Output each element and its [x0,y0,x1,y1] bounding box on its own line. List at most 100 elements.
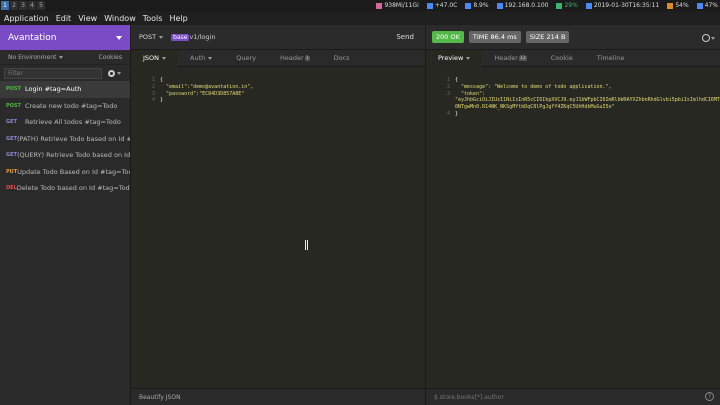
chevron-down-icon [59,55,64,59]
response-pane: 200 OK TIME 86.4 ms SIZE 214 B Preview He… [426,25,720,405]
workspace-1[interactable]: 1 [1,1,9,10]
code-line: "password":"EC84D3D857A8E" [160,90,245,97]
code-line: "email":"demo@avantation.in", [160,83,254,90]
volume-indicator: 47% [696,2,718,9]
code-line: "token": [455,90,486,97]
line-number: 2 [446,83,450,90]
request-item[interactable]: POST Create new todo #tag=Todo [0,98,130,115]
request-method: POST [6,102,21,109]
menu-tools[interactable]: Tools [143,14,163,23]
menu-edit[interactable]: Edit [56,14,72,23]
menu-bar: Application Edit View Window Tools Help [0,11,720,25]
request-name: Delete Todo based on Id #tag=Todo [16,184,130,193]
chevron-down-icon [162,56,167,60]
workspace-2[interactable]: 2 [10,1,18,10]
tab-label: Header [280,54,304,62]
request-tab-header[interactable]: Header 1 [268,50,322,67]
request-tab-json[interactable]: JSON [131,49,179,67]
response-tab-timeline[interactable]: Timeline [585,50,637,67]
line-number: 1 [151,77,155,83]
brightness-icon [667,2,674,9]
line-number: 4 [446,111,450,117]
size-badge: SIZE 214 B [525,31,570,43]
menu-view[interactable]: View [78,14,97,23]
temperature-icon [426,2,433,9]
memory-indicator: 938Mi/11Gi [376,2,419,9]
history-clock-icon[interactable] [702,34,710,42]
chevron-down-icon[interactable] [711,37,715,40]
request-item[interactable]: DEL Delete Todo based on Id #tag=Todo [0,180,130,197]
datetime-indicator: 2019-01-30T16:35:11 [585,2,659,9]
request-name: Login #tag=Auth [25,85,82,94]
response-tabs: Preview Header 12 Cookie Timeline [426,49,720,67]
time-badge: TIME 86.4 ms [468,31,521,43]
menu-application[interactable]: Application [4,14,49,23]
menu-window[interactable]: Window [104,14,136,23]
chevron-down-icon [466,56,471,60]
tab-count-badge: 12 [518,55,527,61]
chevron-down-icon [117,71,121,75]
temperature-indicator: +47.0C [426,2,457,9]
memory-icon [376,2,383,9]
brightness-indicator: 54% [667,2,689,9]
request-item[interactable]: GET (PATH) Retrieve Todo based on Id #... [0,131,130,148]
tab-label: Timeline [596,54,625,62]
request-method: GET [6,152,17,159]
help-icon[interactable]: ? [705,392,714,401]
url-input[interactable]: base v1/login [171,33,215,41]
request-name: Retrieve All todos #tag=Todo [25,118,121,127]
url-bar: POST base v1/login Send [131,25,425,50]
request-name: (PATH) Retrieve Todo based on Id #... [16,134,130,143]
request-tab-docs[interactable]: Docs [322,50,362,67]
tab-label: Preview [438,54,464,62]
request-method: POST [6,86,21,93]
chevron-down-icon [208,56,213,60]
line-number: 3 [151,90,155,97]
workspace-name: Avantation [8,32,57,43]
clock-icon [585,2,592,9]
url-variable-chip[interactable]: base [171,33,190,41]
sidebar: Avantation No Environment Cookies POST Lo… [0,25,131,405]
method-select[interactable]: POST [139,33,164,41]
status-badge: 200 OK [432,31,464,43]
filter-input[interactable] [4,67,102,79]
request-item[interactable]: GET (QUERY) Retrieve Todo based on Id... [0,147,130,164]
cookies-button[interactable]: Cookies [99,54,123,61]
response-tab-header[interactable]: Header 12 [482,50,538,67]
request-item[interactable]: PUT Update Todo Based on Id #tag=Todo [0,164,130,181]
filter-row [0,65,130,81]
response-filter-input[interactable]: $.store.books[*].author [426,388,720,405]
workspace-4[interactable]: 4 [28,1,36,10]
workspace-dropdown[interactable]: Avantation [0,25,130,50]
request-item[interactable]: POST Login #tag=Auth [0,81,130,98]
request-list: POST Login #tag=Auth POST Create new todo #… [0,81,130,197]
request-method: GET [6,119,17,126]
system-status-bar: 12345 938Mi/11Gi +47.0C 8.9% 192.168.0.1… [0,0,720,11]
add-request-menu[interactable] [108,69,121,77]
request-method: DEL [6,185,17,192]
code-line: } [160,97,164,104]
battery-icon [556,2,563,9]
chevron-down-icon [116,35,122,40]
beautify-json-button[interactable]: Beautify JSON [131,388,425,405]
request-name: Update Todo Based on Id #tag=Todo [17,167,130,176]
tab-label: JSON [143,54,160,62]
request-tab-auth[interactable]: Auth [178,50,224,67]
network-indicator: 192.168.0.100 [496,2,548,9]
cpu-indicator: 8.9% [465,2,489,9]
tab-label: Header [494,54,518,62]
battery-indicator: 29% [556,2,578,9]
request-tab-query[interactable]: Query [224,50,268,67]
request-item[interactable]: GET Retrieve All todos #tag=Todo [0,114,130,131]
request-method: PUT [6,168,18,175]
chevron-down-icon [159,35,164,39]
workspace-3[interactable]: 3 [19,1,27,10]
tab-label: Cookie [550,54,573,62]
menu-help[interactable]: Help [169,14,187,23]
response-tab-cookie[interactable]: Cookie [539,50,585,67]
line-number: 2 [151,83,155,90]
environment-select[interactable]: No Environment [8,54,64,61]
workspace-5[interactable]: 5 [37,1,45,10]
send-button[interactable]: Send [396,33,414,41]
response-tab-preview[interactable]: Preview [426,49,483,67]
